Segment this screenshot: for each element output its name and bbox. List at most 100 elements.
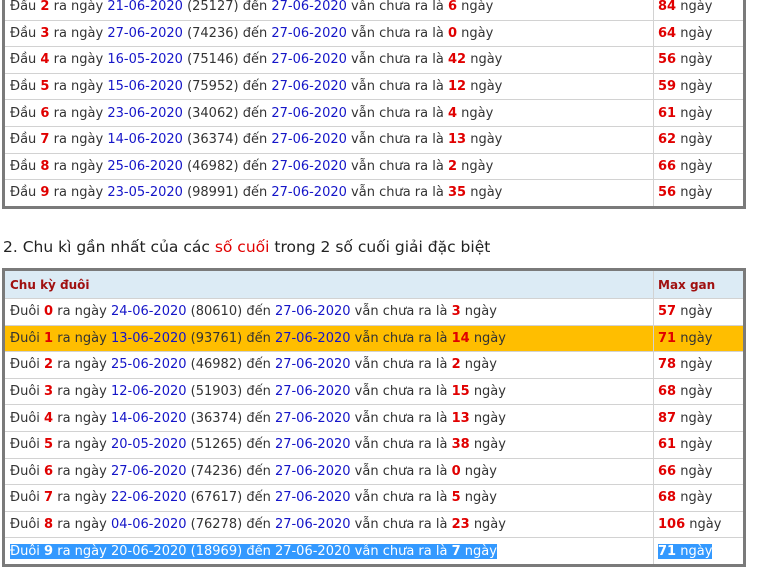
den-text: đến	[242, 79, 268, 95]
table-row: Đuôi 6 ra ngày 27-06-2020 (74236) đến 27…	[3, 457, 745, 486]
row-label: Đầu	[10, 79, 37, 95]
max-gan-cell: 61 ngày	[653, 430, 745, 459]
days-unit: ngày	[473, 437, 506, 453]
ra-ngay-text: ra ngày	[57, 543, 107, 559]
text-selection[interactable]: Đuôi 9 ra ngày 20-06-2020 (18969) đến 27…	[10, 543, 497, 559]
ra-ngay-text: ra ngày	[53, 25, 104, 41]
cycle-cell: Đuôi 6 ra ngày 27-06-2020 (74236) đến 27…	[3, 457, 654, 486]
days-unit: ngày	[473, 410, 506, 426]
ra-ngay-text: ra ngày	[57, 437, 107, 453]
days-unit: ngày	[473, 384, 506, 400]
cycle-cell: Đuôi 2 ra ngày 25-06-2020 (46982) đến 27…	[3, 351, 654, 379]
max-gan-value: 66	[658, 463, 677, 479]
max-gan-value: 56	[658, 52, 677, 68]
result-code: (67617)	[190, 490, 243, 506]
table-row: Đuôi 3 ra ngày 12-06-2020 (51903) đến 27…	[3, 377, 745, 406]
max-gan-unit: ngày	[680, 437, 713, 453]
digit-value: 5	[44, 437, 54, 453]
still-missing-text: vẫn chưa ra là	[351, 158, 444, 174]
cycle-cell: Đầu 8 ra ngày 25-06-2020 (46982) đến 27-…	[3, 152, 654, 181]
ra-ngay-text: ra ngày	[57, 357, 107, 373]
max-gan-unit: ngày	[680, 0, 713, 15]
text-selection[interactable]: 71 ngày	[658, 543, 713, 559]
den-text: đến	[242, 158, 268, 174]
max-gan-cell: 66 ngày	[653, 457, 745, 486]
cycle-cell: Đầu 2 ra ngày 21-06-2020 (25127) đến 27-…	[3, 0, 654, 21]
still-missing-text: vẫn chưa ra là	[354, 357, 448, 373]
den-text: đến	[246, 517, 271, 533]
row-label: Đầu	[10, 105, 37, 121]
result-code: (75952)	[187, 79, 239, 95]
still-missing-text: vẫn chưa ra là	[354, 384, 448, 400]
max-gan-value: 64	[658, 25, 677, 41]
max-gan-cell: 57 ngày	[653, 298, 745, 326]
max-gan-cell: 62 ngày	[653, 125, 745, 154]
heading-text: trong 2 số cuối giải đặc biệt	[274, 238, 491, 256]
max-gan-unit: ngày	[680, 52, 713, 68]
days-count: 14	[451, 330, 470, 346]
last-date: 23-06-2020	[107, 105, 183, 121]
max-gan-unit: ngày	[689, 517, 722, 533]
ra-ngay-text: ra ngày	[57, 304, 107, 320]
days-count: 7	[451, 543, 461, 559]
days-count: 35	[447, 185, 467, 201]
still-missing-text: vẫn chưa ra là	[351, 185, 444, 201]
result-code: (93761)	[190, 330, 243, 346]
last-date: 25-06-2020	[107, 158, 183, 174]
ra-ngay-text: ra ngày	[53, 185, 104, 201]
max-gan-cell: 64 ngày	[653, 19, 745, 48]
days-unit: ngày	[470, 185, 503, 201]
result-code: (25127)	[187, 0, 239, 15]
dau-cycle-table: Đầu 2 ra ngày 21-06-2020 (25127) đến 27-…	[2, 0, 746, 209]
result-code: (36374)	[187, 132, 239, 148]
ra-ngay-text: ra ngày	[57, 384, 107, 400]
last-date: 14-06-2020	[107, 132, 183, 148]
max-gan-unit: ngày	[680, 410, 713, 426]
still-missing-text: vẫn chưa ra là	[351, 0, 444, 15]
still-missing-text: vẫn chưa ra là	[354, 490, 448, 506]
cycle-cell: Đầu 5 ra ngày 15-06-2020 (75952) đến 27-…	[3, 72, 654, 101]
cycle-cell: Đuôi 0 ra ngày 24-06-2020 (80610) đến 27…	[3, 298, 654, 326]
ra-ngay-text: ra ngày	[53, 79, 104, 95]
ra-ngay-text: ra ngày	[57, 330, 107, 346]
days-unit: ngày	[461, 0, 494, 15]
row-label: Đầu	[10, 132, 37, 148]
still-missing-text: vẫn chưa ra là	[354, 304, 448, 320]
max-gan-unit: ngày	[680, 490, 713, 506]
cycle-cell: Đuôi 3 ra ngày 12-06-2020 (51903) đến 27…	[3, 377, 654, 406]
den-text: đến	[246, 543, 271, 559]
still-missing-text: vẫn chưa ra là	[351, 52, 444, 68]
days-unit: ngày	[464, 543, 497, 559]
den-text: đến	[246, 304, 271, 320]
table-row: Đầu 3 ra ngày 27-06-2020 (74236) đến 27-…	[3, 19, 745, 48]
last-date: 12-06-2020	[110, 384, 187, 400]
table-row: Đầu 6 ra ngày 23-06-2020 (34062) đến 27-…	[3, 99, 745, 127]
days-count: 6	[447, 0, 458, 15]
last-date: 21-06-2020	[107, 0, 183, 15]
days-unit: ngày	[461, 25, 494, 41]
den-text: đến	[242, 0, 268, 15]
table-row: Đuôi 4 ra ngày 14-06-2020 (36374) đến 27…	[3, 404, 745, 432]
digit-value: 9	[44, 543, 54, 559]
table-row-selected: Đuôi 9 ra ngày 20-06-2020 (18969) đến 27…	[3, 537, 745, 566]
last-date: 22-06-2020	[110, 490, 187, 506]
max-gan-value: 62	[658, 132, 677, 148]
duoi-cycle-table: Chu kỳ đuôi Max gan Đuôi 0 ra ngày 24-06…	[2, 268, 746, 567]
max-gan-value: 61	[658, 437, 677, 453]
still-missing-text: vẫn chưa ra là	[354, 437, 448, 453]
last-date: 27-06-2020	[110, 463, 187, 479]
cycle-cell: Đuôi 7 ra ngày 22-06-2020 (67617) đến 27…	[3, 484, 654, 512]
row-label: Đuôi	[10, 357, 40, 373]
days-unit: ngày	[470, 79, 503, 95]
table-row: Đầu 9 ra ngày 23-05-2020 (98991) đến 27-…	[3, 179, 745, 208]
den-text: đến	[242, 52, 268, 68]
still-missing-text: vẫn chưa ra là	[354, 517, 448, 533]
max-gan-unit: ngày	[680, 105, 713, 121]
cycle-cell: Đuôi 9 ra ngày 20-06-2020 (18969) đến 27…	[3, 537, 654, 566]
max-gan-value: 106	[658, 517, 686, 533]
result-code: (51903)	[190, 384, 243, 400]
current-date: 27-06-2020	[274, 410, 351, 426]
days-count: 5	[451, 490, 461, 506]
current-date: 27-06-2020	[271, 52, 347, 68]
den-text: đến	[246, 330, 271, 346]
